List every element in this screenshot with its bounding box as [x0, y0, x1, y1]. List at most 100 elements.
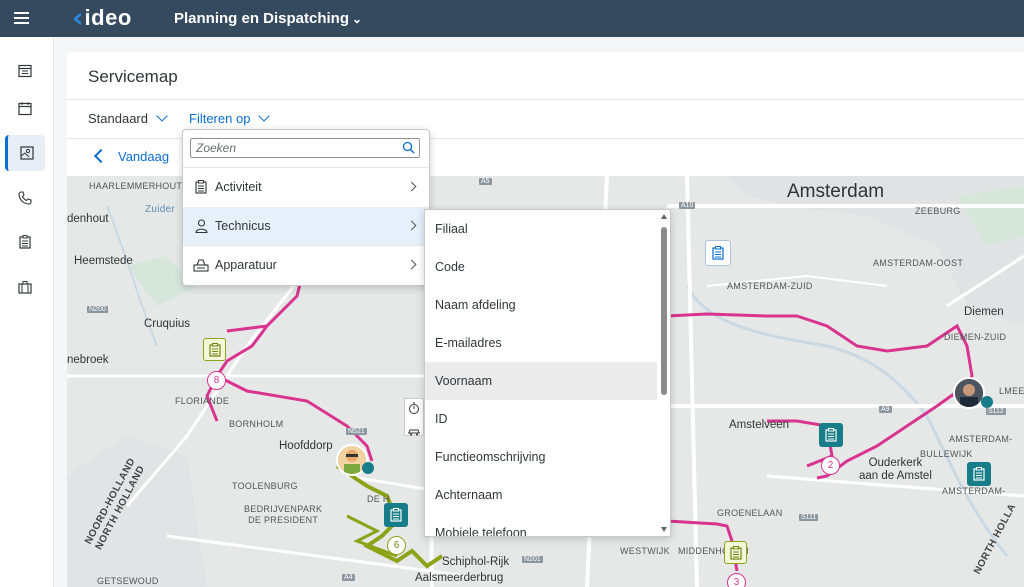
sidebar-item-planning[interactable]	[5, 53, 45, 89]
submenu-item[interactable]: Voornaam	[425, 362, 657, 400]
variant-selector[interactable]: Standaard	[88, 110, 168, 126]
submenu-item[interactable]: Code	[425, 248, 657, 286]
road-number: S112	[986, 408, 1006, 415]
scroll-down-icon[interactable]	[661, 527, 667, 532]
submenu-item[interactable]: Functieomschrijving	[425, 438, 657, 476]
chevron-down-icon	[156, 110, 168, 122]
search-icon[interactable]	[402, 141, 415, 154]
chevron-right-icon	[406, 220, 417, 231]
menu-item-label: Apparatuur	[215, 258, 277, 272]
activity-marker[interactable]	[384, 503, 408, 527]
map-place: Ouderkerk aan de Amstel	[859, 457, 932, 482]
submenu-item[interactable]: Naam afdeling	[425, 286, 657, 324]
app-title: Planning en Dispatching	[174, 10, 350, 27]
submenu-item[interactable]: Achternaam	[425, 476, 657, 514]
submenu-item[interactable]: E-mailadres	[425, 324, 657, 362]
map-label: GETSEWOUD	[97, 576, 159, 586]
person-avatar-icon	[955, 379, 983, 407]
map-place: Amstelveen	[729, 419, 790, 431]
briefcase-icon	[18, 281, 32, 294]
clipboard-icon	[729, 545, 742, 560]
map-label: AMSTERDAM-	[942, 486, 1006, 496]
chevron-down-icon: ⌄	[352, 12, 363, 26]
map-label: ZEEBURG	[915, 206, 961, 216]
shell-bar: ‹ ideo Planning en Dispatching ⌄	[0, 0, 1024, 37]
map-icon	[19, 146, 34, 160]
clipboard-icon	[19, 235, 31, 249]
map-place: Heemstede	[74, 255, 133, 267]
menu-item-apparatuur[interactable]: Apparatuur	[183, 246, 429, 284]
road-number: A4	[342, 574, 355, 581]
search-field[interactable]	[190, 138, 420, 158]
person-icon	[194, 219, 208, 233]
submenu-item[interactable]: Filiaal	[425, 210, 657, 248]
activity-marker[interactable]	[819, 423, 843, 447]
map-place: Aalsmeerderbrug	[415, 572, 504, 584]
map-place: Hoofddorp	[279, 440, 333, 452]
road-number: N200	[87, 306, 108, 313]
chevron-right-icon	[406, 181, 417, 192]
chevron-down-icon	[258, 110, 271, 122]
map-label: Zuider	[145, 204, 176, 215]
phone-icon	[18, 191, 32, 205]
sidebar-item-servicemap[interactable]	[5, 135, 45, 171]
map-controls[interactable]	[404, 398, 424, 436]
map-label: AMSTERDAM-ZUID	[727, 281, 813, 291]
map-label: GROENELAAN	[717, 508, 783, 518]
map-label: FLORIANDE	[175, 396, 230, 406]
home-icon	[362, 462, 374, 474]
technician-avatar[interactable]	[953, 377, 985, 409]
previous-day-button[interactable]	[93, 148, 109, 164]
sidebar-item-calls[interactable]	[5, 180, 45, 216]
activity-marker[interactable]	[705, 240, 731, 266]
route-stop-number: 6	[387, 536, 406, 555]
submenu-item[interactable]: ID	[425, 400, 657, 438]
filter-by-button[interactable]: Filteren op	[189, 110, 271, 126]
scroll-thumb[interactable]	[661, 227, 667, 395]
activity-marker[interactable]	[967, 462, 991, 486]
menu-icon[interactable]	[11, 9, 33, 29]
road-number: A9	[879, 406, 892, 413]
filter-menu: Activiteit Technicus Apparatuur	[182, 129, 430, 286]
map-place: Diemen	[964, 306, 1004, 318]
submenu-item[interactable]: Mobiele telefoon	[425, 514, 657, 536]
road-number: S111	[799, 514, 819, 521]
map-label: AMSTERDAM-OOST	[873, 258, 964, 268]
clipboard-icon	[195, 180, 207, 194]
stopwatch-icon[interactable]	[405, 399, 423, 417]
map-city: Amsterdam	[787, 181, 885, 202]
scrollbar[interactable]	[658, 210, 670, 536]
page-title: Servicemap	[88, 67, 178, 86]
side-navigation	[0, 37, 54, 587]
date-label[interactable]: Vandaag	[118, 149, 169, 164]
menu-item-label: Activiteit	[215, 180, 262, 194]
sidebar-item-activities[interactable]	[5, 224, 45, 260]
sidebar-item-equipment[interactable]	[5, 269, 45, 305]
car-icon[interactable]	[405, 422, 423, 440]
map-label: BORNHOLM	[229, 419, 284, 429]
activity-marker[interactable]	[203, 338, 226, 361]
sidebar-item-calendar[interactable]	[5, 91, 45, 127]
scroll-up-icon[interactable]	[661, 214, 667, 219]
menu-item-label: Technicus	[215, 219, 271, 233]
company-logo[interactable]: ‹ ideo	[72, 4, 132, 32]
technicus-submenu: Filiaal Code Naam afdeling E-mailadres V…	[424, 209, 671, 537]
menu-item-technicus[interactable]: Technicus	[183, 207, 429, 245]
clipboard-icon	[973, 467, 985, 481]
menu-item-activiteit[interactable]: Activiteit	[183, 168, 429, 206]
map-place: nebroek	[67, 354, 109, 366]
map-label: TOOLENBURG	[232, 481, 298, 491]
clipboard-icon	[712, 246, 724, 260]
route-stop-number: 2	[821, 456, 840, 475]
road-number: A5	[479, 178, 492, 185]
calendar-icon	[18, 102, 32, 116]
equipment-icon	[193, 259, 209, 272]
search-input[interactable]	[194, 140, 398, 156]
activity-marker[interactable]	[724, 541, 747, 564]
calendar-plan-icon	[18, 64, 32, 78]
road-number: N521	[346, 428, 367, 435]
road-number: A10	[679, 202, 696, 209]
route-stop-number: 8	[207, 371, 226, 390]
clipboard-icon	[390, 508, 402, 522]
app-title-menu[interactable]: Planning en Dispatching ⌄	[174, 10, 362, 27]
